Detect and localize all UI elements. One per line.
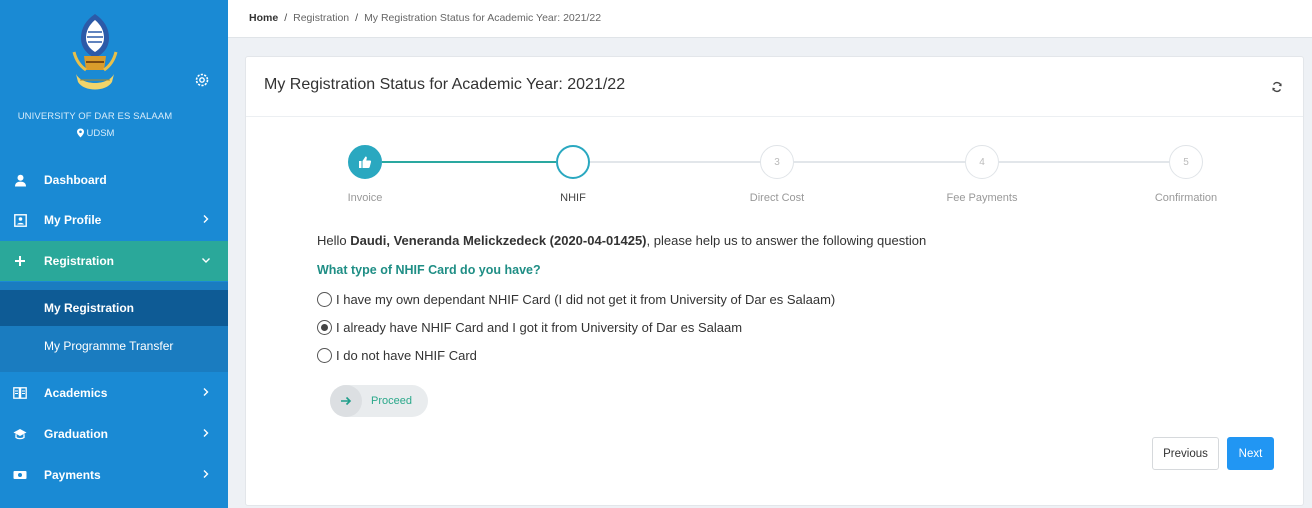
chevron-right-icon [203, 388, 209, 396]
breadcrumb-current: My Registration Status for Academic Year… [364, 12, 602, 24]
step-label: Direct Cost [749, 192, 805, 204]
sidebar-item-label: Payments [44, 468, 101, 482]
step-invoice[interactable]: Invoice [305, 145, 425, 204]
user-icon [12, 172, 28, 188]
step-confirmation[interactable]: 5 Confirmation [1126, 145, 1246, 204]
option-label: I do not have NHIF Card [336, 348, 477, 363]
radio-button[interactable] [317, 292, 332, 307]
book-icon [12, 385, 28, 401]
step-label: NHIF [560, 192, 586, 204]
step-circle: 3 [760, 145, 794, 179]
registration-status-card: My Registration Status for Academic Year… [245, 56, 1304, 506]
thumbs-up-icon [359, 156, 372, 168]
option-label: I already have NHIF Card and I got it fr… [336, 320, 743, 335]
university-location: UDSM [0, 128, 190, 139]
sidebar-item-graduation[interactable]: Graduation [0, 414, 228, 454]
sidebar-item-registration[interactable]: Registration [0, 241, 228, 281]
breadcrumb: Home / Registration / My Registration Status… [249, 12, 601, 24]
student-name: Daudi, Veneranda Melickzedeck (2020-04-0… [350, 233, 647, 248]
university-name: UNIVERSITY OF DAR ES SALAAM [17, 111, 173, 122]
page-title: My Registration Status for Academic Year… [264, 76, 626, 93]
money-icon [12, 467, 28, 483]
breadcrumb-separator: / [284, 12, 288, 24]
sidebar-item-label: Dashboard [44, 173, 107, 187]
breadcrumb-home[interactable]: Home [249, 12, 278, 24]
sidebar-brand: UNIVERSITY OF DAR ES SALAAM UDSM [0, 0, 228, 158]
sidebar-item-payments[interactable]: Payments [0, 455, 228, 495]
radio-button-checked[interactable] [317, 320, 332, 335]
registration-submenu: My Registration My Programme Transfer [0, 282, 228, 372]
chevron-down-icon [202, 258, 210, 263]
sidebar-subitem-my-programme-transfer[interactable]: My Programme Transfer [0, 328, 228, 364]
sidebar-item-label: Academics [44, 386, 108, 400]
radio-button[interactable] [317, 348, 332, 363]
top-bar: Home / Registration / My Registration Status… [228, 0, 1312, 38]
proceed-label: Proceed [371, 395, 412, 407]
step-circle: 5 [1169, 145, 1203, 179]
previous-button[interactable]: Previous [1152, 437, 1219, 470]
step-fee-payments[interactable]: 4 Fee Payments [922, 145, 1042, 204]
nhif-option-from-university[interactable]: I already have NHIF Card and I got it fr… [317, 320, 742, 335]
map-pin-icon [76, 128, 84, 138]
chevron-right-icon [203, 470, 209, 478]
greeting-suffix: , please help us to answer the following… [646, 233, 927, 248]
step-direct-cost[interactable]: 3 Direct Cost [717, 145, 837, 204]
id-card-icon [12, 212, 28, 228]
step-circle-current [556, 145, 590, 179]
location-label: UDSM [86, 128, 115, 139]
sidebar-item-my-profile[interactable]: My Profile [0, 200, 228, 240]
arrow-right-icon [330, 385, 362, 417]
step-circle: 4 [965, 145, 999, 179]
registration-stepper: Invoice NHIF 3 Direct Cost 4 Fee Payment… [246, 145, 1303, 215]
next-button[interactable]: Next [1227, 437, 1274, 470]
nhif-option-none[interactable]: I do not have NHIF Card [317, 348, 477, 363]
proceed-button[interactable]: Proceed [330, 385, 428, 417]
university-logo [72, 14, 118, 90]
breadcrumb-separator: / [355, 12, 359, 24]
chevron-right-icon [203, 215, 209, 223]
step-label: Confirmation [1154, 192, 1218, 204]
sidebar-item-dashboard[interactable]: Dashboard [0, 160, 228, 200]
greeting-prefix: Hello [317, 233, 351, 248]
step-label: Invoice [347, 192, 383, 204]
sidebar: UNIVERSITY OF DAR ES SALAAM UDSM Dashboa… [0, 0, 228, 508]
chevron-right-icon [203, 429, 209, 437]
sidebar-item-label: Registration [44, 254, 115, 268]
step-circle-complete [348, 145, 382, 179]
sidebar-item-label: Graduation [44, 427, 109, 441]
card-header: My Registration Status for Academic Year… [246, 57, 1303, 117]
step-label: Fee Payments [946, 192, 1018, 204]
plus-icon [12, 253, 28, 269]
settings-gear-icon[interactable] [194, 72, 210, 88]
sidebar-item-academics[interactable]: Academics [0, 373, 228, 413]
nhif-question: What type of NHIF Card do you have? [317, 263, 541, 277]
sidebar-item-label: My Profile [44, 213, 102, 227]
greeting-text: Hello Daudi, Veneranda Melickzedeck (202… [317, 233, 926, 248]
step-nhif[interactable]: NHIF [513, 145, 633, 204]
sidebar-subitem-my-registration[interactable]: My Registration [0, 290, 228, 326]
breadcrumb-registration[interactable]: Registration [293, 12, 349, 24]
option-label: I have my own dependant NHIF Card (I did… [336, 292, 836, 307]
nhif-option-own-dependant[interactable]: I have my own dependant NHIF Card (I did… [317, 292, 835, 307]
refresh-icon[interactable] [1271, 81, 1283, 93]
graduation-cap-icon [12, 426, 28, 442]
